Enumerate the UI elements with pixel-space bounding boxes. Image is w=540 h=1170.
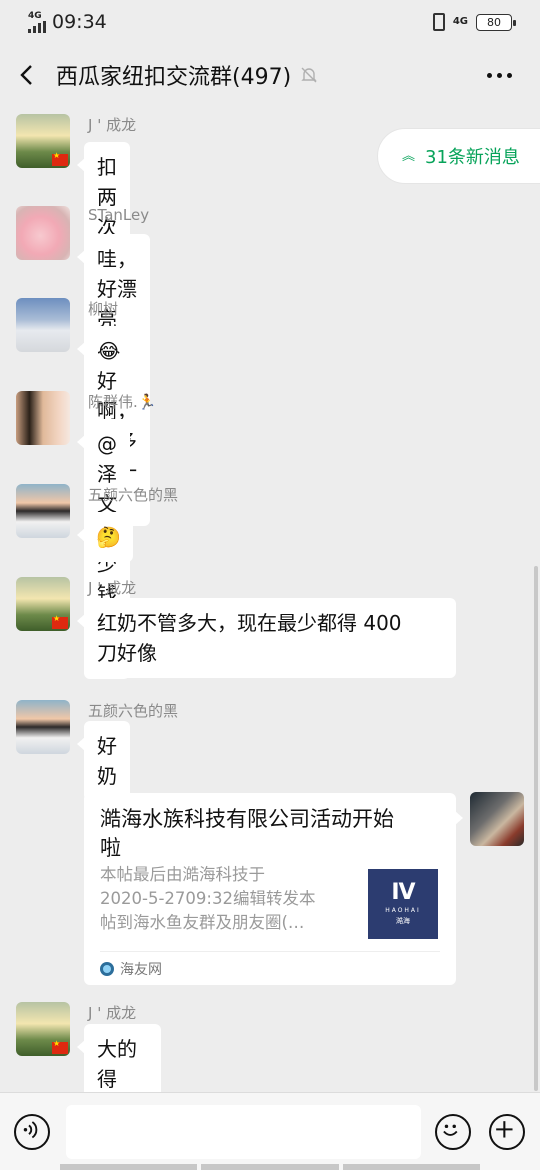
new-messages-label: 31条新消息 <box>425 147 520 168</box>
brand-logo-cn: 澔海 <box>396 917 410 925</box>
voice-icon <box>23 1121 38 1139</box>
divider <box>100 951 440 952</box>
avatar[interactable] <box>470 792 524 846</box>
chat-header: 西瓜家纽扣交流群(497) <box>0 44 540 106</box>
nav-gesture-bar <box>60 1164 480 1170</box>
network-4g-icon: 4G <box>452 16 468 27</box>
link-card-thumbnail: Ⅳ HAOHAI 澔海 <box>368 869 438 939</box>
flag-icon <box>52 614 68 629</box>
new-messages-button[interactable]: ︽ 31条新消息 <box>377 128 540 184</box>
battery-level: 80 <box>487 15 501 29</box>
avatar[interactable] <box>16 700 70 754</box>
message-text-line: 红奶不管多大，现在最少都得 400 <box>97 611 402 635</box>
sender-name: J ' 成龙 <box>88 579 137 597</box>
more-actions-button[interactable] <box>489 1114 525 1150</box>
message-text-line: 刀好像 <box>97 641 157 665</box>
double-chevron-up-icon: ︽ <box>402 148 416 164</box>
sender-name: 柳树 <box>88 300 119 318</box>
message-bubble[interactable]: 大的得 800-1000 <box>77 1024 161 1092</box>
sender-name: J ' 成龙 <box>88 116 137 134</box>
scrollbar[interactable] <box>534 566 538 1091</box>
signal-icon: 4G <box>28 10 46 33</box>
sender-name: J ' 成龙 <box>88 1004 137 1022</box>
avatar[interactable] <box>16 114 70 168</box>
chat-title: 西瓜家纽扣交流群(497) <box>56 65 292 90</box>
sender-name: STanLey <box>88 206 150 224</box>
brand-logo-subtitle: HAOHAI <box>385 907 421 914</box>
voice-input-button[interactable] <box>14 1114 50 1150</box>
plus-icon <box>496 1121 513 1138</box>
emoji-face-icon <box>443 1124 458 1136</box>
flag-icon <box>52 1039 68 1054</box>
source-name: 海友网 <box>120 962 162 978</box>
avatar[interactable] <box>16 298 70 352</box>
message-bubble[interactable]: 🤔 <box>77 512 133 562</box>
network-type: 4G <box>28 10 42 21</box>
brand-logo: Ⅳ <box>391 880 415 905</box>
message-bubble[interactable]: 红奶不管多大，现在最少都得 400 刀好像 <box>77 598 456 678</box>
back-button[interactable] <box>0 44 56 106</box>
more-options-button[interactable] <box>484 60 514 90</box>
status-time: 09:34 <box>52 11 107 33</box>
chevron-left-icon <box>20 65 32 85</box>
source-icon <box>100 962 114 976</box>
link-card-title: 澔海水族科技有限公司活动开始 啦 <box>100 805 440 863</box>
link-card-title-line: 啦 <box>100 836 121 860</box>
link-card-desc-line: 2020-5-2709:32编辑转发本 <box>100 889 316 908</box>
link-card-title-line: 澔海水族科技有限公司活动开始 <box>100 807 394 831</box>
link-card-source: 海友网 <box>100 959 162 979</box>
link-card-desc-line: 本帖最后由澔海科技于 <box>100 865 265 884</box>
link-card[interactable]: 澔海水族科技有限公司活动开始 啦 本帖最后由澔海科技于 2020-5-2709:… <box>84 793 463 985</box>
avatar[interactable] <box>16 206 70 260</box>
flag-icon <box>52 151 68 166</box>
status-left: 4G 09:34 <box>28 11 107 33</box>
thinking-emoji-icon: 🤔 <box>96 525 121 549</box>
vibrate-icon <box>432 13 445 31</box>
mute-bell-icon <box>301 67 317 83</box>
status-bar: 4G 09:34 4G 80 <box>0 0 540 44</box>
link-card-description: 本帖最后由澔海科技于 2020-5-2709:32编辑转发本 帖到海水鱼友群及朋… <box>100 863 358 935</box>
sender-name: 陈群伟.🏃 <box>88 393 157 411</box>
avatar[interactable] <box>16 1002 70 1056</box>
avatar[interactable] <box>16 484 70 538</box>
laughing-emoji-icon: 😂 <box>97 339 121 363</box>
sender-name: 五颜六色的黑 <box>88 702 179 720</box>
avatar[interactable] <box>16 577 70 631</box>
message-bubble[interactable]: 好奶 <box>77 721 130 801</box>
avatar[interactable] <box>16 391 70 445</box>
emoji-button[interactable] <box>435 1114 471 1150</box>
input-bar <box>0 1092 540 1170</box>
link-card-desc-line: 帖到海水鱼友群及朋友圈(… <box>100 913 305 932</box>
status-right: 4G 80 <box>432 13 516 31</box>
battery-icon: 80 <box>476 13 516 31</box>
message-input[interactable] <box>66 1105 421 1159</box>
sender-name: 五颜六色的黑 <box>88 486 179 504</box>
